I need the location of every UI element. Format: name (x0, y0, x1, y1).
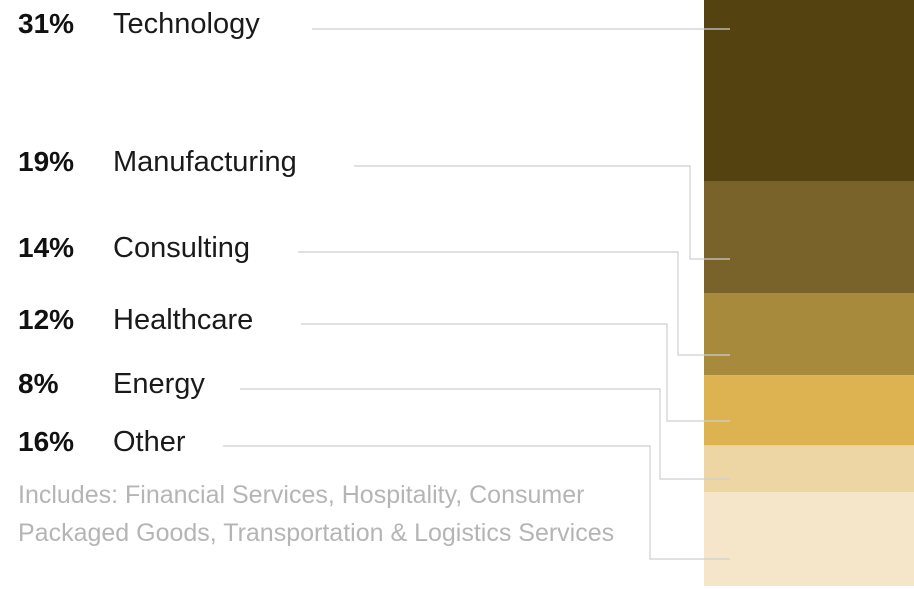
bar-segment-energy (704, 445, 914, 493)
bar-segment-technology (704, 0, 914, 182)
bar-segment-other (704, 492, 914, 586)
bar-segment-healthcare (704, 375, 914, 446)
bar-segment-manufacturing (704, 181, 914, 293)
industry-breakdown-chart: 31% Technology 19% Manufacturing 14% Con… (0, 0, 914, 589)
leader-line-other (223, 445, 730, 560)
leader-line-consulting (298, 251, 730, 356)
stacked-bar-svg (223, 0, 914, 586)
leader-line-manufacturing (354, 165, 730, 260)
leader-line-energy (240, 388, 730, 480)
bar-segment-consulting (704, 293, 914, 376)
leader-line-healthcare (301, 323, 730, 422)
